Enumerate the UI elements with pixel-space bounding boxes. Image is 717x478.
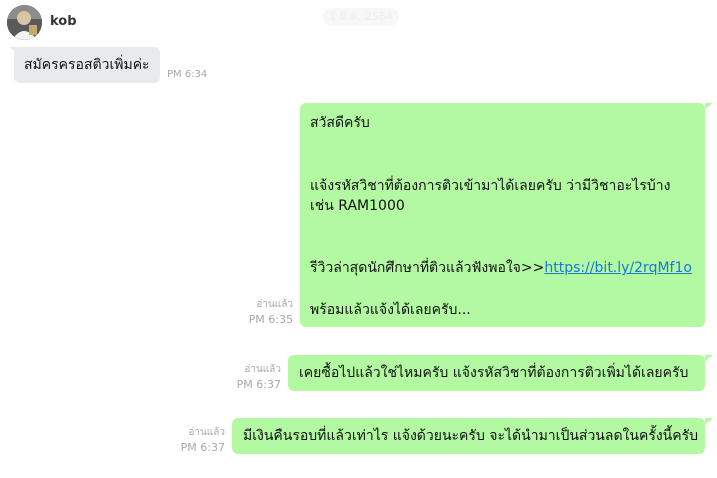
message-time: PM 6:35	[248, 313, 293, 326]
message-line-text: รีวิวล่าสุดนักศึกษาที่ติวแล้วฟังพอใจ>>	[310, 260, 545, 276]
read-status: อ่านแล้ว	[256, 299, 293, 310]
bubble-tail	[705, 418, 713, 424]
read-status: อ่านแล้ว	[244, 364, 281, 375]
message-line: พร้อมแล้วแจ้งได้เลยครับ...	[310, 302, 471, 318]
date-pill: 1 มี.ค. 2564	[323, 8, 399, 26]
message-meta: อ่านแล้ว PM 6:35	[249, 298, 293, 326]
avatar[interactable]	[7, 5, 42, 40]
message-line: รีวิวล่าสุดนักศึกษาที่ติวแล้วฟังพอใจ>>ht…	[310, 258, 692, 278]
chat-window: 1 มี.ค. 2564 kob สมัครครอสติวเพิ่มค่ะ PM…	[0, 0, 717, 478]
outgoing-message-bubble[interactable]: เคยซื้อไปแล้วใช่ไหมครับ แจ้งรหัสวิชาที่ต…	[288, 355, 705, 391]
message-meta: อ่านแล้ว PM 6:37	[237, 363, 281, 391]
message-meta: อ่านแล้ว PM 6:37	[181, 426, 225, 454]
sender-name: kob	[50, 14, 77, 29]
outgoing-message-bubble[interactable]: มีเงินคืนรอบที่แล้วเท่าไร แจ้งด้วยนะครับ…	[232, 418, 705, 454]
message-time: PM 6:37	[236, 378, 281, 391]
bubble-tail	[705, 355, 713, 361]
review-link[interactable]: https://bit.ly/2rqMf1o	[544, 260, 692, 276]
outgoing-message-bubble[interactable]: สวัสดีครับ แจ้งรหัสวิชาที่ต้องการติวเข้า…	[300, 103, 705, 327]
incoming-message-bubble[interactable]: สมัครครอสติวเพิ่มค่ะ	[14, 47, 160, 83]
message-line: สวัสดีครับ	[310, 115, 370, 131]
read-status: อ่านแล้ว	[188, 427, 225, 438]
message-time: PM 6:37	[180, 441, 225, 454]
message-line: แจ้งรหัสวิชาที่ต้องการติวเข้ามาได้เลยครั…	[310, 178, 671, 194]
message-line: เช่น RAM1000	[310, 198, 405, 214]
bubble-tail	[705, 103, 713, 109]
message-time: PM 6:34	[167, 69, 208, 80]
avatar-photo-icon	[7, 5, 42, 40]
